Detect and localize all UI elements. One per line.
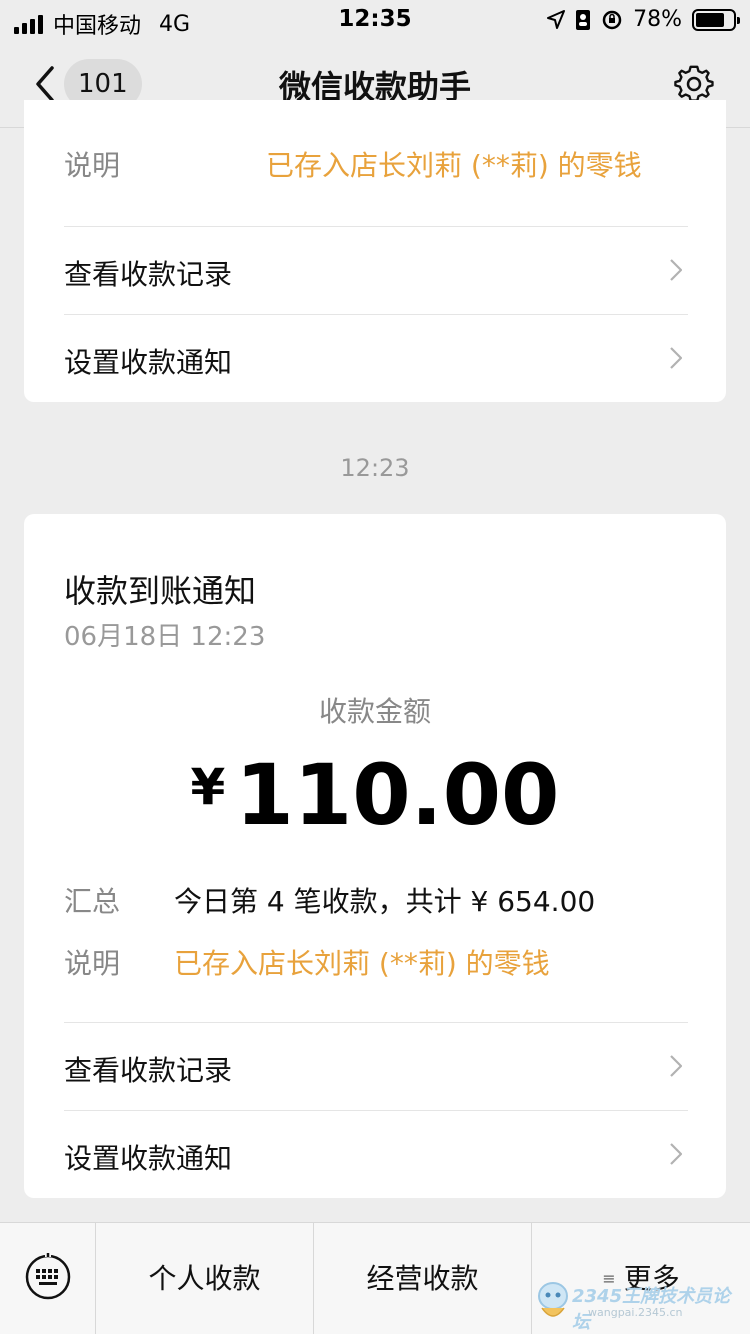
view-records-row[interactable]: 查看收款记录 — [64, 226, 688, 314]
note-value: 已存入店长刘莉 (**莉) 的零钱 — [266, 149, 642, 182]
note-value: 已存入店长刘莉 (**莉) 的零钱 — [174, 947, 550, 980]
menu-business-payment[interactable]: 经营收款 — [314, 1223, 532, 1334]
amount-label: 收款金额 — [318, 695, 431, 728]
note-label: 说明 — [64, 149, 121, 182]
amount-value: 110.00 — [235, 746, 560, 844]
location-icon — [547, 9, 566, 29]
watermark-url: wangpai.2345.cn — [588, 1306, 683, 1319]
menu-personal-payment[interactable]: 个人收款 — [96, 1223, 314, 1334]
chevron-right-icon — [670, 259, 682, 281]
chevron-right-icon — [670, 1143, 682, 1165]
portrait-lock-icon — [576, 9, 591, 30]
notice-title: 收款到账通知 — [64, 572, 257, 610]
status-bar: 中国移动 4G 12:35 78% — [0, 0, 750, 40]
keyboard-icon — [25, 1253, 71, 1300]
rotation-lock-icon — [602, 10, 622, 29]
summary-label: 汇总 — [64, 885, 121, 918]
notice-date: 06月18日 12:23 — [64, 622, 266, 652]
gear-icon[interactable] — [674, 64, 714, 104]
row-label: 设置收款通知 — [64, 1142, 233, 1175]
battery-icon — [692, 8, 740, 31]
chevron-right-icon — [670, 1055, 682, 1077]
chevron-right-icon — [670, 347, 682, 369]
mascot-logo-icon — [538, 1282, 568, 1317]
site-watermark: 2345王牌技术员论坛 wangpai.2345.cn — [536, 1276, 736, 1333]
battery-percent: 78% — [633, 7, 682, 32]
previous-notice-card: 说明 已存入店长刘莉 (**莉) 的零钱 查看收款记录 设置收款通知 — [24, 100, 726, 402]
currency-symbol: ¥ — [190, 758, 226, 816]
row-label: 查看收款记录 — [64, 1054, 233, 1087]
payment-notice-card[interactable]: 收款到账通知 06月18日 12:23 收款金额 ¥110.00 汇总 今日第 … — [24, 514, 726, 1198]
notification-settings-row[interactable]: 设置收款通知 — [64, 314, 688, 402]
notification-settings-row[interactable]: 设置收款通知 — [64, 1110, 688, 1198]
row-label: 查看收款记录 — [64, 258, 233, 291]
note-label: 说明 — [64, 947, 121, 980]
row-label: 设置收款通知 — [64, 346, 233, 379]
summary-value: 今日第 4 笔收款，共计 ¥ 654.00 — [174, 885, 596, 918]
keyboard-toggle-button[interactable] — [0, 1223, 96, 1334]
view-records-row[interactable]: 查看收款记录 — [64, 1022, 688, 1110]
payment-amount: ¥110.00 — [24, 746, 726, 844]
message-timestamp: 12:23 — [340, 454, 410, 482]
